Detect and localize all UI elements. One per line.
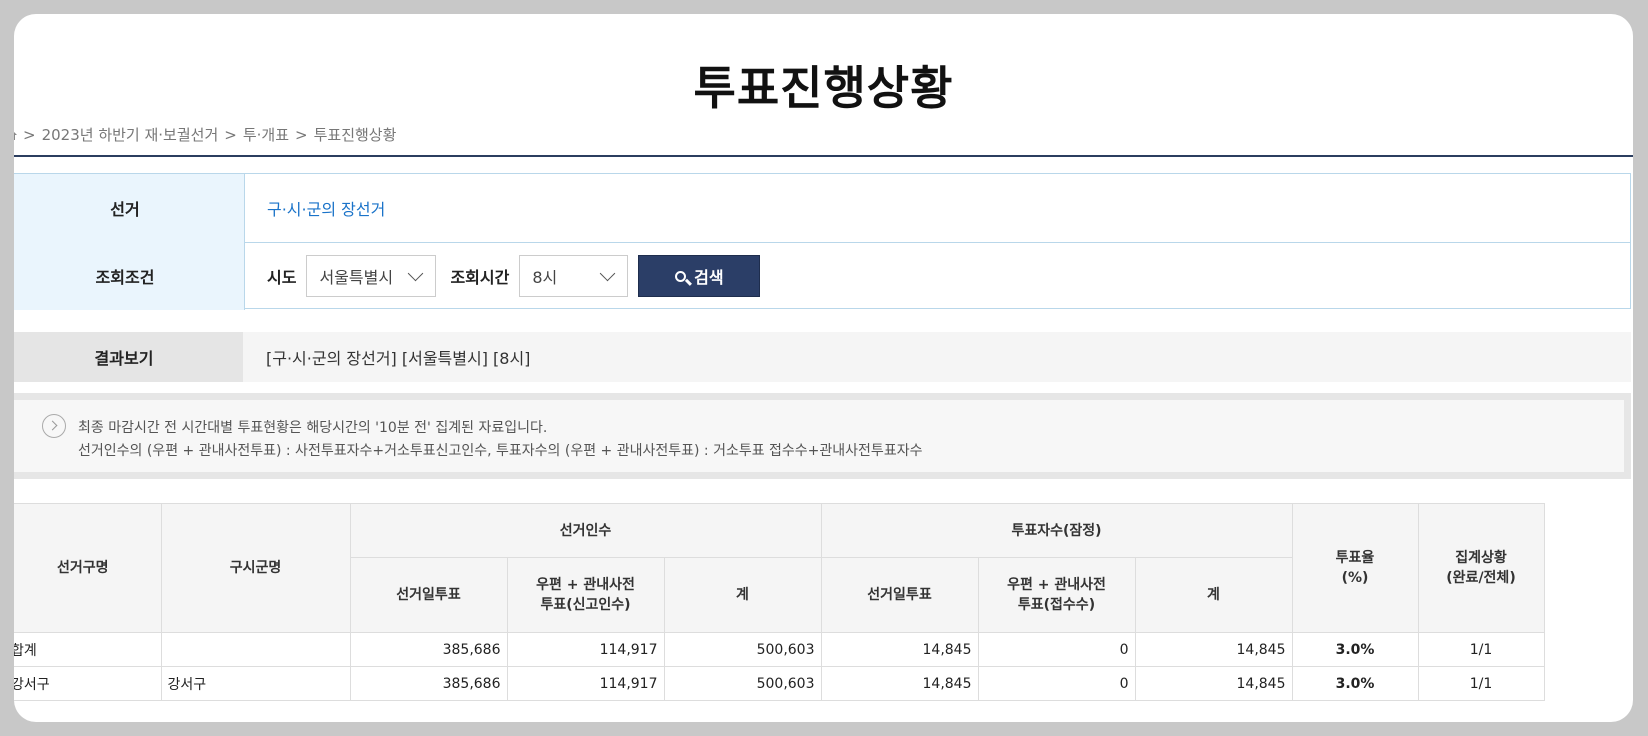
- cell-voters-day: 14,845: [820, 666, 979, 701]
- title-divider: [14, 155, 1633, 157]
- cell-sigungu: [160, 632, 351, 667]
- col-header-electors: 선거인수: [349, 503, 822, 558]
- col-header-electors-sum: 계: [663, 557, 822, 633]
- notice-line-2: 선거인수의 (우편 + 관내사전투표) : 사전투표자수+거소투표신고인수, 투…: [78, 443, 923, 459]
- result-value: [구·시·군의 장선거] [서울특별시] [8시]: [266, 349, 531, 368]
- breadcrumb-separator: >: [23, 125, 36, 144]
- election-type-link[interactable]: 구·시·군의 장선거: [267, 196, 385, 220]
- cell-electors-day: 385,686: [349, 632, 508, 667]
- breadcrumb-item-voting[interactable]: 투·개표: [243, 124, 289, 145]
- breadcrumb-item-current: 투표진행상황: [313, 126, 397, 144]
- election-row: 선거 구·시·군의 장선거: [14, 174, 1630, 243]
- time-select[interactable]: 8시: [519, 255, 629, 297]
- breadcrumb: > 2023년 하반기 재·보궐선거 > 투·개표 > 투표진행상황: [14, 124, 396, 145]
- breadcrumb-separator: >: [224, 125, 237, 144]
- time-select-value: 8시: [532, 268, 558, 287]
- sido-select[interactable]: 서울특별시: [306, 255, 437, 297]
- cell-voters-day: 14,845: [820, 632, 979, 667]
- col-header-electors-mail: 우편 + 관내사전 투표(신고인수): [506, 557, 665, 633]
- chevron-right-circle-icon: [42, 414, 66, 438]
- col-header-status: 집계상황 (완료/전체): [1417, 503, 1545, 633]
- cell-voters-mail: 0: [977, 666, 1136, 701]
- col-header-voters-day: 선거일투표: [820, 557, 979, 633]
- cell-electors-mail: 114,917: [506, 632, 665, 667]
- table-row: 강서구 강서구 385,686 114,917 500,603 14,845 0…: [14, 666, 1545, 701]
- cell-district: 강서구: [14, 666, 162, 701]
- cell-electors-sum: 500,603: [663, 632, 822, 667]
- sido-label: 시도: [267, 268, 297, 287]
- col-header-sigungu: 구시군명: [160, 503, 351, 633]
- cell-voters-sum: 14,845: [1134, 666, 1293, 701]
- col-header-voters: 투표자수(잠정): [820, 503, 1293, 558]
- cell-district: 합계: [14, 632, 162, 667]
- chevron-down-icon: [600, 265, 616, 282]
- col-header-voters-mail: 우편 + 관내사전 투표(접수수): [977, 557, 1136, 633]
- table-row-total: 합계 385,686 114,917 500,603 14,845 0 14,8…: [14, 632, 1545, 667]
- search-button-label: 검색: [694, 268, 724, 287]
- result-label: 결과보기: [14, 332, 243, 382]
- chevron-down-icon: [408, 265, 424, 282]
- main-panel: 투표진행상황 > 2023년 하반기 재·보궐선거 > 투·개표 > 투표진행상…: [14, 14, 1633, 722]
- col-header-voters-sum: 계: [1134, 557, 1293, 633]
- time-label: 조회시간: [450, 268, 510, 287]
- cell-electors-sum: 500,603: [663, 666, 822, 701]
- cell-electors-day: 385,686: [349, 666, 508, 701]
- col-header-rate: 투표율 (%): [1291, 503, 1419, 633]
- cell-electors-mail: 114,917: [506, 666, 665, 701]
- breadcrumb-item-election[interactable]: 2023년 하반기 재·보궐선거: [42, 124, 219, 145]
- notice-line-1: 최종 마감시간 전 시간대별 투표현황은 해당시간의 '10분 전' 집계된 자…: [78, 420, 548, 436]
- search-icon: [675, 270, 687, 282]
- home-icon[interactable]: [14, 128, 17, 141]
- cell-rate: 3.0%: [1291, 632, 1419, 667]
- col-header-electors-day: 선거일투표: [350, 557, 508, 633]
- cell-status: 1/1: [1417, 632, 1545, 667]
- result-bar: 결과보기 [구·시·군의 장선거] [서울특별시] [8시]: [14, 332, 1631, 382]
- breadcrumb-separator: >: [295, 125, 308, 144]
- cell-voters-mail: 0: [977, 632, 1136, 667]
- page-title: 투표진행상황: [693, 61, 954, 115]
- col-header-district: 선거구명: [14, 503, 162, 633]
- search-form: 선거 구·시·군의 장선거 조회조건 시도 서울특별시 조회시간 8시 검색: [14, 173, 1631, 310]
- search-button[interactable]: 검색: [638, 255, 761, 297]
- sido-select-value: 서울특별시: [319, 268, 394, 287]
- condition-label: 조회조건: [14, 242, 245, 310]
- cell-rate: 3.0%: [1291, 666, 1419, 701]
- cell-sigungu: 강서구: [160, 666, 351, 701]
- cell-status: 1/1: [1417, 666, 1545, 701]
- notice-box: 최종 마감시간 전 시간대별 투표현황은 해당시간의 '10분 전' 집계된 자…: [14, 393, 1631, 479]
- cell-voters-sum: 14,845: [1134, 632, 1293, 667]
- election-label: 선거: [14, 174, 245, 242]
- voting-status-table: 선거구명 구시군명 선거인수 투표자수(잠정) 투표율 (%) 집계상황 (완료/전…: [14, 503, 1545, 701]
- condition-row: 조회조건 시도 서울특별시 조회시간 8시 검색: [14, 242, 1630, 310]
